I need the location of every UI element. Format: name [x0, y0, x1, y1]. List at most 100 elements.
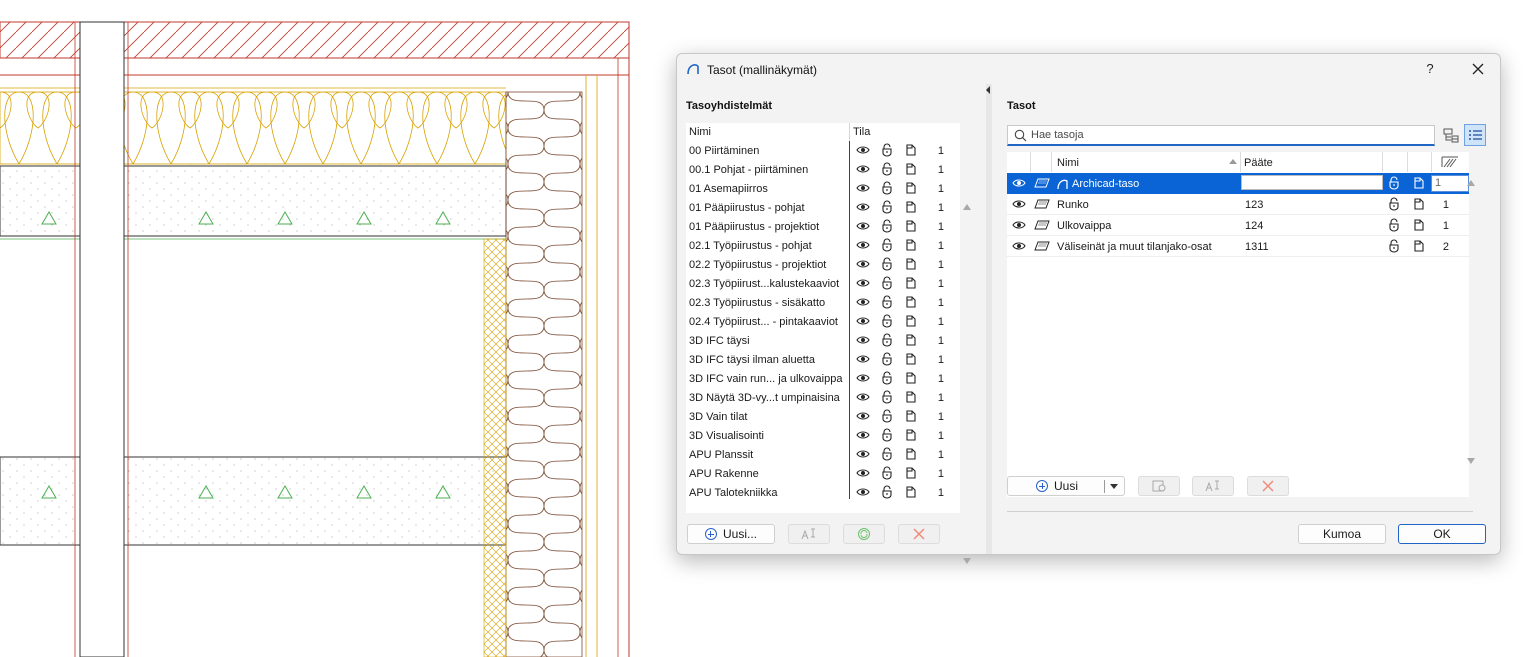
eye-icon[interactable]: [856, 333, 870, 347]
eye-icon[interactable]: [1012, 218, 1026, 232]
ok-button[interactable]: OK: [1398, 524, 1486, 544]
lock-icon[interactable]: [880, 390, 894, 404]
eye-icon[interactable]: [856, 314, 870, 328]
file-icon[interactable]: [904, 162, 918, 176]
delete-combination-button[interactable]: [898, 524, 940, 544]
file-icon[interactable]: [1412, 218, 1426, 232]
eye-icon[interactable]: [856, 352, 870, 366]
help-button[interactable]: ?: [1420, 60, 1440, 78]
file-icon[interactable]: [904, 314, 918, 328]
list-item[interactable]: 3D Vain tilat 1: [686, 407, 960, 426]
cancel-button[interactable]: Kumoa: [1298, 524, 1386, 544]
eye-icon[interactable]: [856, 162, 870, 176]
file-icon[interactable]: [1412, 176, 1426, 190]
list-item[interactable]: 02.3 Työpiirustus - sisäkatto 1: [686, 293, 960, 312]
lock-icon[interactable]: [880, 314, 894, 328]
list-item[interactable]: 3D IFC täysi 1: [686, 331, 960, 350]
list-item[interactable]: 02.3 Työpiirust...kalustekaaviot 1: [686, 274, 960, 293]
file-icon[interactable]: [904, 219, 918, 233]
eye-icon[interactable]: [856, 371, 870, 385]
lock-icon[interactable]: [880, 485, 894, 499]
eye-icon[interactable]: [1012, 197, 1026, 211]
layers-table[interactable]: Nimi Pääte Archicad-taso 1 Runko 123 1 Ulkova…: [1007, 152, 1469, 497]
eye-icon[interactable]: [856, 390, 870, 404]
lock-icon[interactable]: [880, 295, 894, 309]
eye-icon[interactable]: [856, 409, 870, 423]
lock-icon[interactable]: [880, 352, 894, 366]
eye-icon[interactable]: [856, 466, 870, 480]
list-item[interactable]: 01 Asemapiirros 1: [686, 179, 960, 198]
table-row[interactable]: Väliseinät ja muut tilanjako-osat 1311 2: [1007, 236, 1469, 257]
file-icon[interactable]: [904, 200, 918, 214]
scroll-up-arrow[interactable]: [963, 204, 971, 210]
list-item[interactable]: 00 Piirtäminen 1: [686, 141, 960, 160]
dialog-titlebar[interactable]: Tasot (mallinäkymät) ?: [677, 54, 1500, 84]
eye-icon[interactable]: [856, 295, 870, 309]
table-row[interactable]: Ulkovaippa 124 1: [1007, 215, 1469, 236]
eye-icon[interactable]: [856, 447, 870, 461]
lock-icon[interactable]: [880, 143, 894, 157]
rename-combination-button[interactable]: [788, 524, 830, 544]
pane-splitter[interactable]: [986, 84, 992, 554]
eye-icon[interactable]: [856, 428, 870, 442]
duplicate-layer-button[interactable]: [1138, 476, 1180, 496]
list-item[interactable]: 01 Pääpiirustus - projektiot 1: [686, 217, 960, 236]
file-icon[interactable]: [904, 238, 918, 252]
file-icon[interactable]: [904, 257, 918, 271]
file-icon[interactable]: [904, 390, 918, 404]
eye-icon[interactable]: [856, 238, 870, 252]
file-icon[interactable]: [904, 276, 918, 290]
list-item[interactable]: 02.1 Työpiirustus - pohjat 1: [686, 236, 960, 255]
column-header-state[interactable]: Tila: [853, 126, 870, 138]
list-item[interactable]: 3D Näytä 3D-vy...t umpinaisina 1: [686, 388, 960, 407]
list-item[interactable]: APU Rakenne 1: [686, 464, 960, 483]
scroll-down-arrow[interactable]: [963, 558, 971, 564]
eye-icon[interactable]: [856, 257, 870, 271]
table-row[interactable]: Runko 123 1: [1007, 194, 1469, 215]
lock-icon[interactable]: [1387, 176, 1401, 190]
scroll-down-arrow[interactable]: [1467, 458, 1475, 464]
file-icon[interactable]: [904, 143, 918, 157]
file-icon[interactable]: [904, 447, 918, 461]
chevron-down-icon[interactable]: [1110, 484, 1118, 489]
column-header-extension[interactable]: Pääte: [1244, 157, 1273, 169]
lock-icon[interactable]: [880, 162, 894, 176]
eye-icon[interactable]: [1012, 239, 1026, 253]
lock-icon[interactable]: [880, 238, 894, 252]
list-item[interactable]: 3D IFC täysi ilman aluetta 1: [686, 350, 960, 369]
tree-view-button[interactable]: [1441, 124, 1463, 146]
layer-search[interactable]: [1007, 125, 1435, 146]
eye-icon[interactable]: [856, 200, 870, 214]
rename-layer-button[interactable]: [1192, 476, 1234, 496]
file-icon[interactable]: [904, 295, 918, 309]
file-icon[interactable]: [904, 409, 918, 423]
lock-icon[interactable]: [880, 181, 894, 195]
collapse-arrow-icon[interactable]: [986, 86, 990, 94]
new-combination-button[interactable]: Uusi...: [687, 524, 775, 544]
file-icon[interactable]: [904, 181, 918, 195]
file-icon[interactable]: [1412, 239, 1426, 253]
eye-icon[interactable]: [856, 219, 870, 233]
file-icon[interactable]: [904, 371, 918, 385]
search-input[interactable]: [1031, 128, 1421, 142]
list-item[interactable]: 02.4 Työpiirust... - pintakaaviot 1: [686, 312, 960, 331]
lock-icon[interactable]: [880, 447, 894, 461]
eye-icon[interactable]: [856, 181, 870, 195]
file-icon[interactable]: [904, 428, 918, 442]
new-layer-button[interactable]: Uusi: [1007, 476, 1125, 496]
eye-icon[interactable]: [1012, 176, 1026, 190]
lock-icon[interactable]: [880, 200, 894, 214]
column-header-name[interactable]: Nimi: [689, 126, 711, 138]
combinations-scrollbar[interactable]: [961, 204, 973, 564]
file-icon[interactable]: [904, 466, 918, 480]
list-item[interactable]: 02.2 Työpiirustus - projektiot 1: [686, 255, 960, 274]
file-icon[interactable]: [904, 333, 918, 347]
list-item[interactable]: APU Planssit 1: [686, 445, 960, 464]
lock-icon[interactable]: [1387, 239, 1401, 253]
delete-layer-button[interactable]: [1247, 476, 1289, 496]
scroll-up-arrow[interactable]: [1467, 180, 1475, 186]
list-item[interactable]: APU Talotekniikka 1: [686, 483, 960, 502]
lock-icon[interactable]: [880, 371, 894, 385]
lock-icon[interactable]: [880, 428, 894, 442]
lock-icon[interactable]: [1387, 218, 1401, 232]
